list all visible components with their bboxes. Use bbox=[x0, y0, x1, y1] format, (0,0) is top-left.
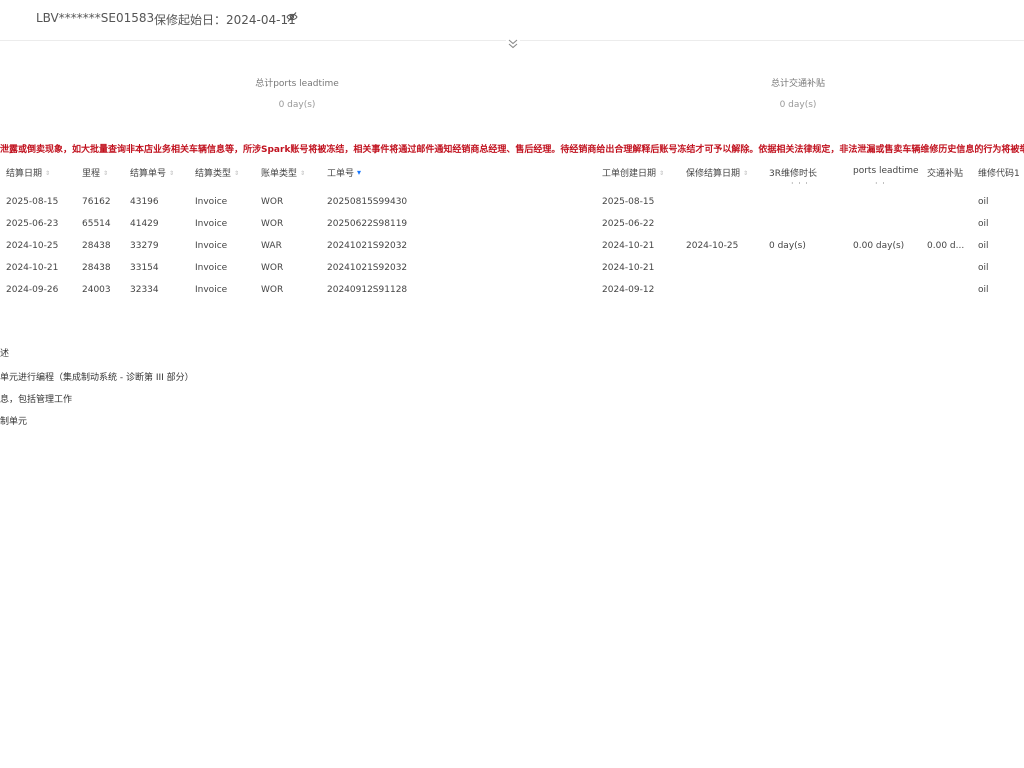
column-header[interactable]: 工单创建日期 ⇕ bbox=[602, 166, 664, 180]
column-header[interactable]: 交通补贴 bbox=[927, 166, 963, 180]
table-cell: 43196 bbox=[130, 197, 159, 207]
table-cell: 2024-09-26 bbox=[6, 285, 59, 295]
table-cell: 20250815S99430 bbox=[327, 197, 408, 207]
column-header-label: 交通补贴 bbox=[927, 169, 964, 179]
eye-off-icon[interactable] bbox=[286, 11, 298, 26]
stat-label: 总计交通补贴 bbox=[770, 79, 825, 89]
table-cell: 33154 bbox=[130, 263, 159, 273]
column-header-subtext: · · · bbox=[791, 179, 809, 188]
sort-icon[interactable]: ⇕ bbox=[234, 170, 239, 177]
table-cell: oil bbox=[978, 263, 989, 273]
table-cell: 28438 bbox=[82, 263, 111, 273]
table-cell: 2024-09-12 bbox=[602, 285, 655, 295]
description-line: 制单元 bbox=[0, 417, 28, 427]
table-cell: 76162 bbox=[82, 197, 111, 207]
table-cell: WOR bbox=[261, 263, 284, 273]
table-cell: 2024-10-25 bbox=[686, 241, 739, 251]
column-header[interactable]: 里程 ⇕ bbox=[82, 166, 108, 180]
table-cell: 2024-10-21 bbox=[602, 241, 655, 251]
column-header[interactable]: 工单号 ▾ bbox=[327, 166, 361, 180]
table-cell: 2024-10-25 bbox=[6, 241, 59, 251]
table-cell: 20250622S98119 bbox=[327, 219, 408, 229]
vin-text: LBV*******SE01583 bbox=[36, 11, 155, 25]
table-cell: 2025-08-15 bbox=[6, 197, 59, 207]
column-header-label: 工单号 bbox=[327, 169, 355, 179]
table-cell: 33279 bbox=[130, 241, 159, 251]
stat-transport-subsidy: 总计交通补贴 0 day(s) bbox=[718, 76, 878, 110]
warning-banner: 泄露或倒卖现象，如大批量查询非本店业务相关车辆信息等，所涉Spark账号将被冻结… bbox=[0, 145, 1024, 155]
table-cell: 0.00 day(s) bbox=[853, 241, 905, 251]
sort-icon[interactable]: ⇕ bbox=[169, 170, 174, 177]
table-cell: 2024-10-21 bbox=[6, 263, 59, 273]
sort-icon[interactable]: ⇕ bbox=[45, 170, 50, 177]
column-header-label: 维修代码1 bbox=[978, 169, 1020, 179]
table-cell: 20241021S92032 bbox=[327, 241, 408, 251]
table-cell: 2025-06-22 bbox=[602, 219, 655, 229]
sort-icon[interactable]: ⇕ bbox=[300, 170, 305, 177]
description-line: 述 bbox=[0, 349, 10, 359]
column-header-label: 结算单号 bbox=[130, 169, 167, 179]
table-cell: 32334 bbox=[130, 285, 159, 295]
table-cell: 65514 bbox=[82, 219, 111, 229]
column-header-label: 保修结算日期 bbox=[686, 169, 741, 179]
column-header-label: ports leadtime bbox=[853, 166, 919, 176]
table-cell: 2025-06-23 bbox=[6, 219, 59, 229]
column-header[interactable]: 3R维修时长 bbox=[769, 166, 817, 180]
table-cell: 0 day(s) bbox=[769, 241, 806, 251]
table-cell: oil bbox=[978, 285, 989, 295]
stat-value: 0 day(s) bbox=[278, 100, 316, 110]
table-cell: WOR bbox=[261, 197, 284, 207]
warranty-start-label: 保修起始日： bbox=[154, 13, 227, 27]
sort-icon[interactable]: ⇕ bbox=[743, 170, 748, 177]
table-cell: Invoice bbox=[195, 219, 228, 229]
column-header-label: 结算类型 bbox=[195, 169, 232, 179]
table-cell: 2025-08-15 bbox=[602, 197, 655, 207]
table-cell: 20240912S91128 bbox=[327, 285, 408, 295]
stat-ports-leadtime: 总计ports leadtime 0 day(s) bbox=[217, 76, 377, 110]
column-header[interactable]: 结算单号 ⇕ bbox=[130, 166, 174, 180]
description-line: 单元进行编程（集成制动系统 - 诊断第 III 部分） bbox=[0, 373, 194, 383]
column-header[interactable]: 账单类型 ⇕ bbox=[261, 166, 305, 180]
table-cell: oil bbox=[978, 219, 989, 229]
column-header-label: 里程 bbox=[82, 169, 101, 179]
column-header-label: 结算日期 bbox=[6, 169, 43, 179]
table-cell: 20241021S92032 bbox=[327, 263, 408, 273]
table-cell: 2024-10-21 bbox=[602, 263, 655, 273]
table-cell: 24003 bbox=[82, 285, 111, 295]
chevron-double-down-icon[interactable] bbox=[506, 35, 520, 49]
column-header-label: 账单类型 bbox=[261, 169, 298, 179]
stat-label: 总计ports leadtime bbox=[255, 79, 339, 89]
table-cell: 41429 bbox=[130, 219, 159, 229]
warranty-start: 保修起始日：2024-04-11 bbox=[154, 11, 296, 28]
sort-icon[interactable]: ⇕ bbox=[659, 170, 664, 177]
table-cell: Invoice bbox=[195, 285, 228, 295]
column-header-subtext: · · bbox=[875, 179, 886, 188]
table-cell: WOR bbox=[261, 285, 284, 295]
column-header[interactable]: 结算日期 ⇕ bbox=[6, 166, 50, 180]
column-header-label: 3R维修时长 bbox=[769, 169, 817, 179]
column-header[interactable]: 维修代码1 bbox=[978, 166, 1020, 180]
table-cell: oil bbox=[978, 197, 989, 207]
table-cell: 28438 bbox=[82, 241, 111, 251]
table-cell: Invoice bbox=[195, 263, 228, 273]
sort-icon[interactable]: ⇕ bbox=[103, 170, 108, 177]
table-cell: WOR bbox=[261, 219, 284, 229]
table-cell: WAR bbox=[261, 241, 282, 251]
column-header[interactable]: 结算类型 ⇕ bbox=[195, 166, 239, 180]
table-cell: oil bbox=[978, 241, 989, 251]
sort-desc-icon[interactable]: ▾ bbox=[357, 168, 361, 177]
table-cell: 0.00 d... bbox=[927, 241, 965, 251]
table-cell: Invoice bbox=[195, 241, 228, 251]
description-line: 息，包括管理工作 bbox=[0, 395, 73, 405]
column-header-label: 工单创建日期 bbox=[602, 169, 657, 179]
table-cell: Invoice bbox=[195, 197, 228, 207]
column-header[interactable]: ports leadtime bbox=[853, 166, 919, 180]
stat-value: 0 day(s) bbox=[779, 100, 817, 110]
column-header[interactable]: 保修结算日期 ⇕ bbox=[686, 166, 748, 180]
